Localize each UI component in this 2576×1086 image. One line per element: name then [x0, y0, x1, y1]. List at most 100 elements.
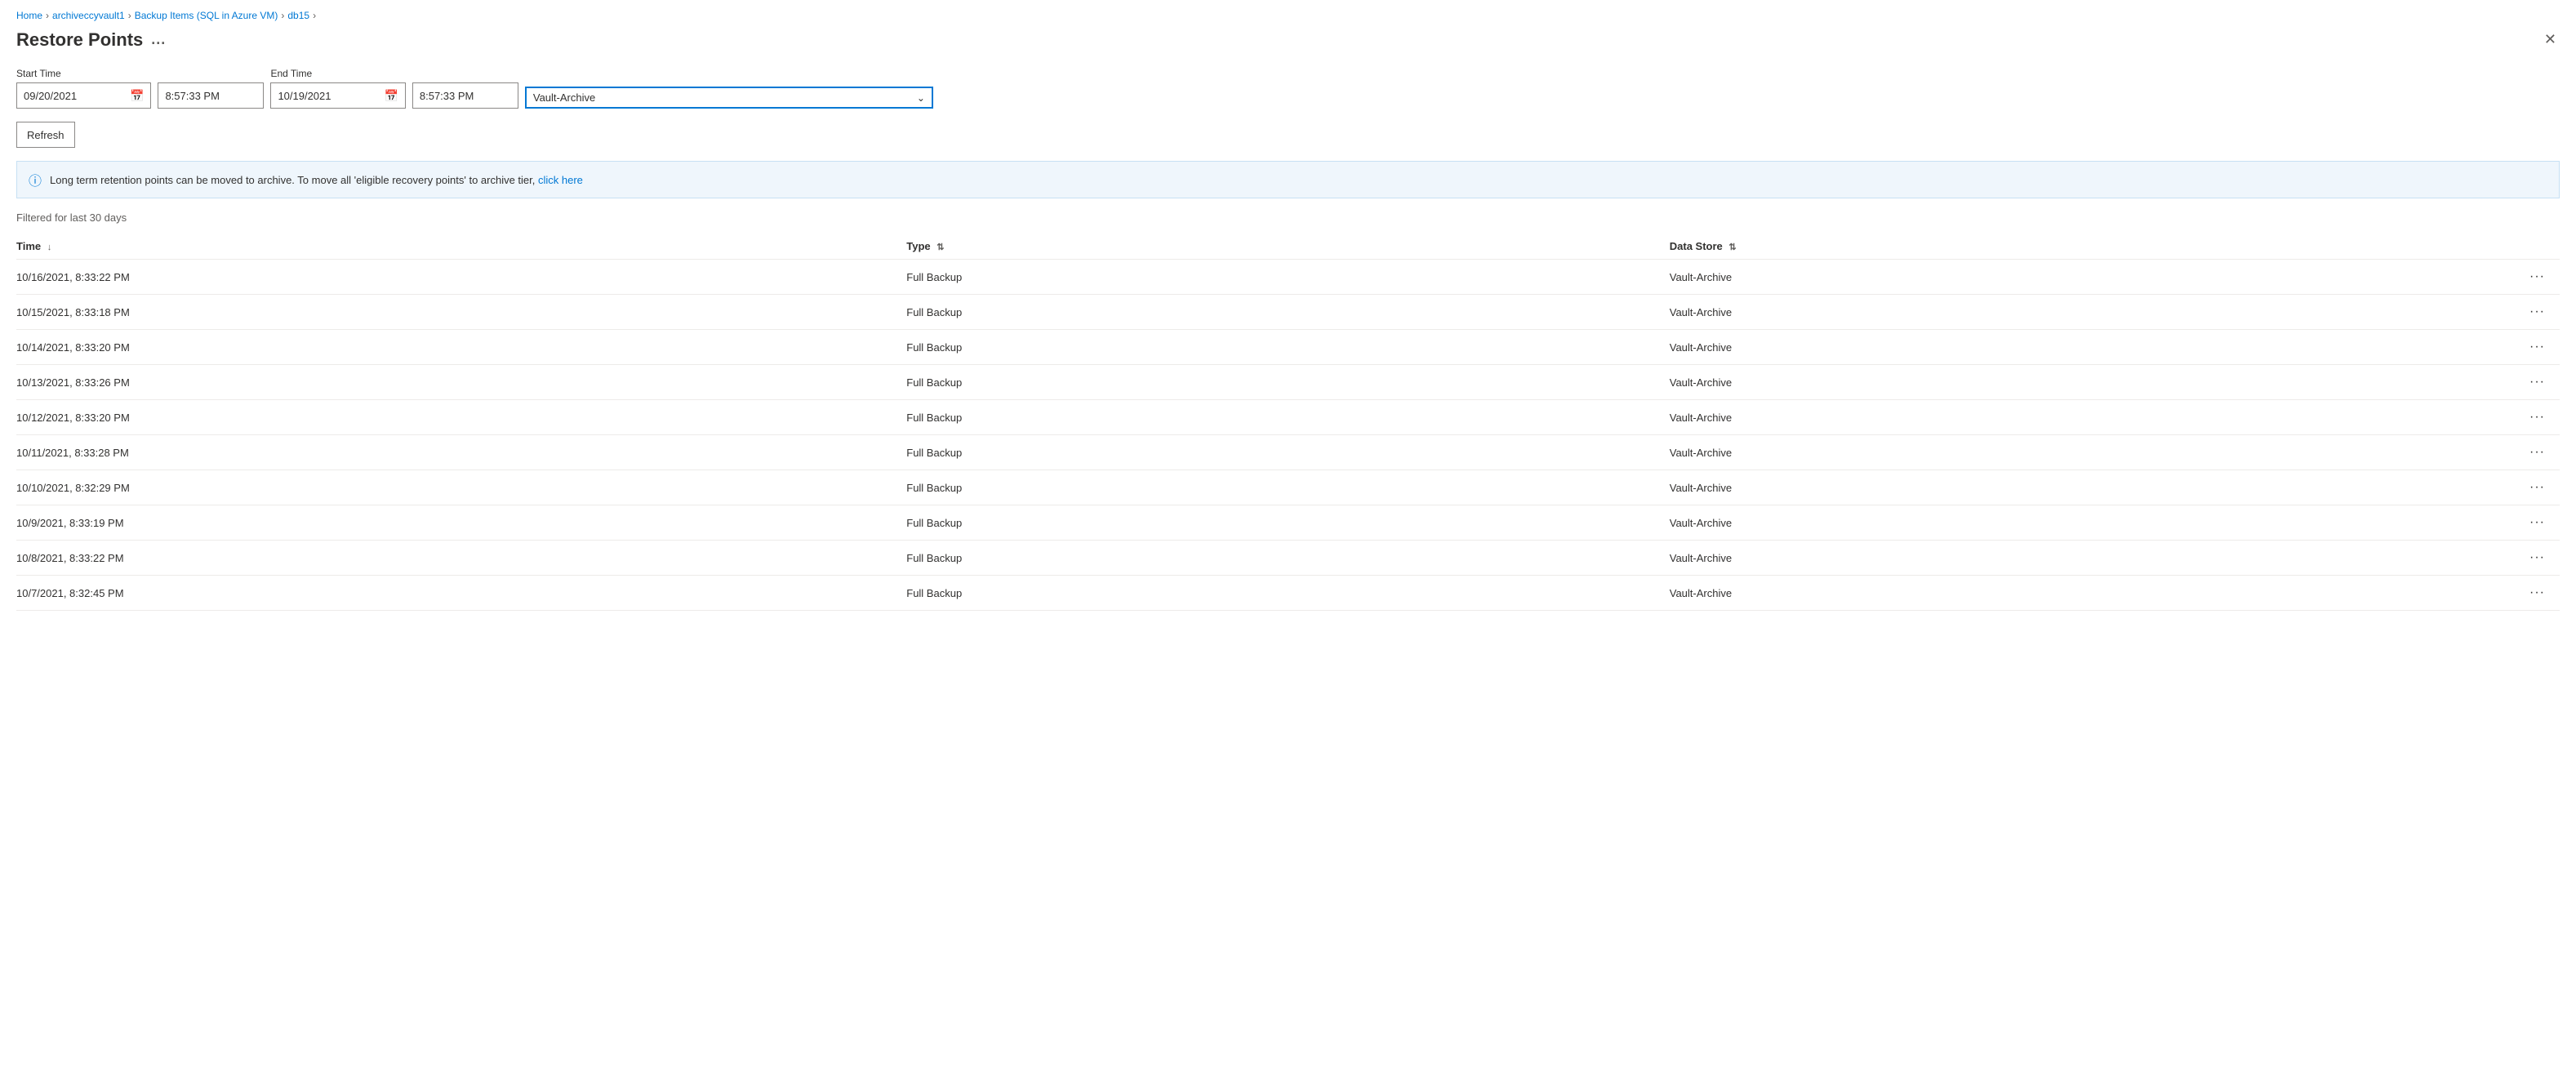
- refresh-button[interactable]: Refresh: [16, 122, 75, 148]
- cell-time: 10/11/2021, 8:33:28 PM: [16, 435, 906, 470]
- cell-datastore: Vault-Archive: [1670, 330, 2433, 365]
- info-icon: ⓘ: [29, 170, 42, 189]
- end-time-group: End Time 📅: [270, 68, 405, 109]
- cell-time: 10/15/2021, 8:33:18 PM: [16, 295, 906, 330]
- end-time-placeholder-label: [412, 68, 518, 79]
- cell-actions: ···: [2432, 295, 2560, 330]
- chevron-down-icon: ⌄: [910, 89, 932, 107]
- col-header-actions: [2432, 234, 2560, 260]
- header-row: Restore Points ... ✕: [16, 28, 2560, 51]
- row-more-button[interactable]: ···: [2525, 584, 2550, 602]
- filters-section: Start Time 📅 End Time 📅: [16, 68, 2560, 109]
- time-sort-icon[interactable]: ↓: [47, 243, 52, 252]
- start-date-input-wrapper: 📅: [16, 82, 151, 109]
- cell-datastore: Vault-Archive: [1670, 576, 2433, 611]
- start-time-field-group: [158, 68, 264, 109]
- datastore-sort-icon[interactable]: ⇅: [1728, 243, 1736, 252]
- cell-actions: ···: [2432, 505, 2560, 541]
- col-header-datastore: Data Store ⇅: [1670, 234, 2433, 260]
- row-more-button[interactable]: ···: [2525, 443, 2550, 461]
- cell-datastore: Vault-Archive: [1670, 400, 2433, 435]
- cell-type: Full Backup: [906, 505, 1670, 541]
- row-more-button[interactable]: ···: [2525, 478, 2550, 496]
- table-row: 10/13/2021, 8:33:26 PMFull BackupVault-A…: [16, 365, 2560, 400]
- archive-link[interactable]: click here: [538, 174, 583, 186]
- table-row: 10/14/2021, 8:33:20 PMFull BackupVault-A…: [16, 330, 2560, 365]
- cell-datastore: Vault-Archive: [1670, 505, 2433, 541]
- col-header-type: Type ⇅: [906, 234, 1670, 260]
- cell-actions: ···: [2432, 365, 2560, 400]
- table-header-row: Time ↓ Type ⇅ Data Store ⇅: [16, 234, 2560, 260]
- datastore-dropdown-wrapper: Vault-Archive Vault-Standard Snapshot ⌄: [525, 87, 933, 109]
- cell-actions: ···: [2432, 576, 2560, 611]
- end-calendar-icon[interactable]: 📅: [377, 86, 404, 106]
- info-banner-text: Long term retention points can be moved …: [50, 174, 583, 186]
- cell-type: Full Backup: [906, 541, 1670, 576]
- breadcrumb-home[interactable]: Home: [16, 10, 42, 21]
- breadcrumb-sep-3: ›: [281, 10, 284, 21]
- row-more-button[interactable]: ···: [2525, 549, 2550, 567]
- info-banner: ⓘ Long term retention points can be move…: [16, 161, 2560, 198]
- cell-type: Full Backup: [906, 576, 1670, 611]
- end-time-field-group: [412, 68, 518, 109]
- cell-time: 10/10/2021, 8:32:29 PM: [16, 470, 906, 505]
- end-time-input[interactable]: [412, 82, 518, 109]
- close-icon: ✕: [2544, 31, 2556, 48]
- cell-type: Full Backup: [906, 435, 1670, 470]
- type-sort-icon[interactable]: ⇅: [937, 243, 944, 252]
- more-options-icon[interactable]: ...: [151, 31, 166, 48]
- page-title-text: Restore Points: [16, 29, 143, 51]
- cell-datastore: Vault-Archive: [1670, 435, 2433, 470]
- breadcrumb-backup-items[interactable]: Backup Items (SQL in Azure VM): [135, 10, 278, 21]
- table-row: 10/8/2021, 8:33:22 PMFull BackupVault-Ar…: [16, 541, 2560, 576]
- datastore-placeholder-label: [525, 72, 2560, 83]
- row-more-button[interactable]: ···: [2525, 268, 2550, 286]
- row-more-button[interactable]: ···: [2525, 338, 2550, 356]
- row-more-button[interactable]: ···: [2525, 303, 2550, 321]
- breadcrumb-sep-1: ›: [46, 10, 49, 21]
- breadcrumb-sep-4: ›: [313, 10, 316, 21]
- start-date-input[interactable]: [17, 87, 123, 105]
- cell-type: Full Backup: [906, 400, 1670, 435]
- cell-time: 10/13/2021, 8:33:26 PM: [16, 365, 906, 400]
- page-container: Home › archiveccyvault1 › Backup Items (…: [0, 0, 2576, 621]
- table-row: 10/16/2021, 8:33:22 PMFull BackupVault-A…: [16, 260, 2560, 295]
- start-time-placeholder-label: [158, 68, 264, 79]
- cell-actions: ···: [2432, 541, 2560, 576]
- datastore-field-group: Vault-Archive Vault-Standard Snapshot ⌄: [525, 72, 2560, 109]
- datastore-dropdown[interactable]: Vault-Archive Vault-Standard Snapshot: [527, 88, 910, 107]
- cell-actions: ···: [2432, 435, 2560, 470]
- close-button[interactable]: ✕: [2541, 28, 2560, 51]
- cell-type: Full Backup: [906, 365, 1670, 400]
- cell-datastore: Vault-Archive: [1670, 260, 2433, 295]
- cell-actions: ···: [2432, 400, 2560, 435]
- table-row: 10/7/2021, 8:32:45 PMFull BackupVault-Ar…: [16, 576, 2560, 611]
- cell-time: 10/7/2021, 8:32:45 PM: [16, 576, 906, 611]
- table-header: Time ↓ Type ⇅ Data Store ⇅: [16, 234, 2560, 260]
- cell-type: Full Backup: [906, 470, 1670, 505]
- cell-datastore: Vault-Archive: [1670, 295, 2433, 330]
- row-more-button[interactable]: ···: [2525, 373, 2550, 391]
- table-row: 10/12/2021, 8:33:20 PMFull BackupVault-A…: [16, 400, 2560, 435]
- row-more-button[interactable]: ···: [2525, 408, 2550, 426]
- breadcrumb-db[interactable]: db15: [287, 10, 309, 21]
- cell-datastore: Vault-Archive: [1670, 541, 2433, 576]
- end-date-input-wrapper: 📅: [270, 82, 405, 109]
- breadcrumb-vault[interactable]: archiveccyvault1: [52, 10, 125, 21]
- row-more-button[interactable]: ···: [2525, 514, 2550, 532]
- cell-time: 10/9/2021, 8:33:19 PM: [16, 505, 906, 541]
- cell-type: Full Backup: [906, 260, 1670, 295]
- table-body: 10/16/2021, 8:33:22 PMFull BackupVault-A…: [16, 260, 2560, 611]
- cell-type: Full Backup: [906, 295, 1670, 330]
- start-calendar-icon[interactable]: 📅: [123, 86, 150, 106]
- cell-time: 10/16/2021, 8:33:22 PM: [16, 260, 906, 295]
- end-date-input[interactable]: [271, 87, 377, 105]
- cell-actions: ···: [2432, 470, 2560, 505]
- start-time-input[interactable]: [158, 82, 264, 109]
- restore-points-table: Time ↓ Type ⇅ Data Store ⇅ 10/16/2021, 8…: [16, 234, 2560, 611]
- cell-time: 10/12/2021, 8:33:20 PM: [16, 400, 906, 435]
- end-time-label: End Time: [270, 68, 405, 79]
- cell-datastore: Vault-Archive: [1670, 470, 2433, 505]
- cell-actions: ···: [2432, 330, 2560, 365]
- page-title: Restore Points ...: [16, 29, 166, 51]
